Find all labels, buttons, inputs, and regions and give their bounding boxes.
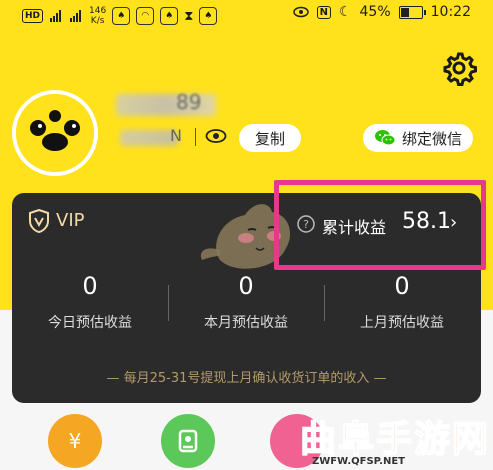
stat-this-month-label: 本月预估收益 — [204, 315, 288, 331]
gear-icon[interactable] — [441, 50, 477, 86]
stat-this-month-value: 0 — [238, 272, 254, 300]
stat-last-month-label: 上月预估收益 — [360, 315, 444, 331]
clock: 10:22 — [430, 4, 471, 20]
signal-4g-icon — [50, 10, 62, 22]
stat-today-value: 0 — [82, 272, 98, 300]
avatar-face-icon — [16, 94, 94, 172]
network-speed: 146 K/s — [89, 6, 107, 26]
avatar[interactable] — [12, 90, 98, 176]
bind-wechat-label: 绑定微信 — [401, 129, 462, 148]
document-icon[interactable] — [161, 414, 215, 468]
notification-app-icon: ♠ — [112, 7, 131, 25]
user-id-suffix: N — [170, 126, 182, 145]
stat-this-month[interactable]: 0 本月预估收益 — [168, 272, 324, 332]
stat-today[interactable]: 0 今日预估收益 — [12, 272, 168, 332]
watermark-url: ZWFW.QFSP.NET — [312, 456, 405, 467]
notification-app-icon: ◠ — [136, 7, 155, 25]
status-bar: HD 146 K/s ♠ ◠ ♠ ⧗ ♠ N ☾ 45% 10:22 — [0, 0, 493, 32]
vip-shield-icon — [29, 209, 49, 233]
eye-icon[interactable] — [205, 128, 227, 144]
watermark-text: 曲阜手游网 — [299, 418, 491, 461]
status-bar-left: HD 146 K/s ♠ ◠ ♠ ⧗ ♠ — [22, 6, 218, 26]
nfc-icon: N — [316, 5, 331, 19]
status-bar-right: N ☾ 45% 10:22 — [292, 4, 471, 20]
username-suffix: 89 — [176, 90, 202, 114]
signal-4g-icon — [70, 10, 82, 22]
stat-last-month[interactable]: 0 上月预估收益 — [324, 272, 480, 332]
hourglass-icon: ⧗ — [184, 8, 194, 24]
copy-button[interactable]: 复制 — [239, 124, 301, 152]
withdrawal-note: — 每月25-31号提现上月确认收货订单的收入 — — [106, 371, 387, 386]
stat-last-month-value: 0 — [394, 272, 410, 300]
notification-app-icon: ♠ — [199, 7, 218, 25]
bind-wechat-button[interactable]: 绑定微信 — [363, 124, 473, 152]
wechat-icon — [374, 130, 396, 146]
stat-today-label: 今日预估收益 — [48, 315, 132, 331]
hd-icon: HD — [22, 9, 44, 23]
divider — [195, 128, 196, 146]
vip-label: VIP — [56, 210, 85, 231]
battery-icon — [398, 5, 426, 19]
battery-percent: 45% — [359, 4, 391, 20]
no-disturb-icon: ☾ — [338, 4, 352, 20]
notification-app-icon: ♠ — [160, 7, 179, 25]
highlight-box — [274, 180, 486, 270]
yen-icon[interactable]: ¥ — [48, 414, 102, 468]
eye-comfort-icon — [292, 6, 309, 18]
document-glyph-icon — [178, 429, 198, 453]
